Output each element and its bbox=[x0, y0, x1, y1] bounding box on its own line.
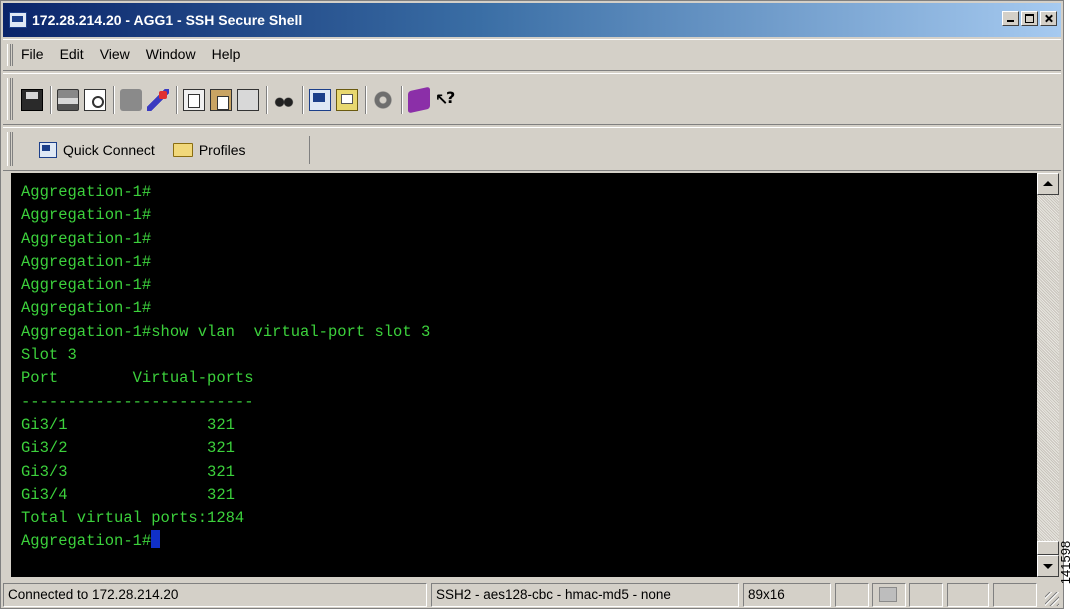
print-preview-icon[interactable] bbox=[84, 89, 106, 111]
toolbar-separator bbox=[113, 86, 115, 114]
terminal-app-icon[interactable] bbox=[9, 12, 27, 28]
status-cipher: SSH2 - aes128-cbc - hmac-md5 - none bbox=[431, 583, 739, 607]
quick-connect-button[interactable]: Quick Connect bbox=[63, 142, 155, 158]
maximize-button[interactable] bbox=[1021, 11, 1038, 26]
close-button[interactable] bbox=[1040, 11, 1057, 26]
menu-edit[interactable]: Edit bbox=[60, 46, 84, 62]
status-pane-empty bbox=[947, 583, 989, 607]
title-bar[interactable]: 172.28.214.20 - AGG1 - SSH Secure Shell bbox=[3, 3, 1061, 37]
ssh-window: 172.28.214.20 - AGG1 - SSH Secure Shell … bbox=[0, 0, 1064, 609]
terminal-line: Gi3/3 321 bbox=[21, 462, 235, 481]
toolbar-separator bbox=[50, 86, 52, 114]
folder-icon[interactable] bbox=[172, 143, 193, 157]
terminal-line: Gi3/4 321 bbox=[21, 485, 235, 504]
terminal-area[interactable]: Aggregation-1# Aggregation-1# Aggregatio… bbox=[11, 173, 1037, 577]
terminal-line: Gi3/1 321 bbox=[21, 415, 235, 434]
help-book-icon[interactable] bbox=[408, 86, 430, 114]
figure-id: 141598 bbox=[1058, 540, 1074, 585]
terminal-prompt: Aggregation-1# bbox=[21, 532, 152, 551]
text-cursor bbox=[151, 530, 161, 549]
menu-file[interactable]: File bbox=[21, 46, 44, 62]
settings-icon[interactable] bbox=[372, 89, 394, 111]
scroll-up-arrow-icon[interactable] bbox=[1037, 173, 1059, 195]
terminal-line: Aggregation-1# bbox=[21, 229, 152, 248]
find-icon[interactable] bbox=[273, 89, 295, 111]
connect-bar: Quick Connect Profiles bbox=[3, 127, 1061, 171]
terminal-line: ------------------------- bbox=[21, 392, 254, 411]
terminal-line: Aggregation-1# bbox=[21, 252, 152, 271]
terminal-line: Aggregation-1# bbox=[21, 276, 152, 295]
status-pane-lock bbox=[872, 583, 906, 607]
toolbar-separator bbox=[365, 86, 367, 114]
lock-icon bbox=[879, 587, 897, 602]
settings-wand-icon[interactable] bbox=[147, 89, 169, 111]
menu-bar: File Edit View Window Help bbox=[3, 39, 1061, 71]
new-terminal-icon[interactable] bbox=[309, 89, 331, 111]
copy-icon[interactable] bbox=[183, 89, 205, 111]
status-pane-empty bbox=[993, 583, 1037, 607]
menu-help[interactable]: Help bbox=[212, 46, 241, 62]
new-file-transfer-icon[interactable] bbox=[336, 89, 358, 111]
connect-bar-grip[interactable] bbox=[7, 132, 13, 166]
status-terminal-size: 89x16 bbox=[743, 583, 831, 607]
status-pane-empty bbox=[909, 583, 943, 607]
toolbar-grip[interactable] bbox=[7, 78, 13, 120]
vertical-scrollbar[interactable] bbox=[1037, 173, 1059, 577]
terminal-line: Aggregation-1# bbox=[21, 206, 152, 225]
terminal-line: Aggregation-1# bbox=[21, 299, 152, 318]
toolbar bbox=[3, 73, 1061, 125]
terminal-line: Aggregation-1#show vlan virtual-port slo… bbox=[21, 322, 431, 341]
terminal-line: Gi3/2 321 bbox=[21, 439, 235, 458]
minimize-button[interactable] bbox=[1002, 11, 1019, 26]
menu-bar-grip[interactable] bbox=[7, 44, 13, 66]
window-title: 172.28.214.20 - AGG1 - SSH Secure Shell bbox=[32, 12, 303, 28]
menu-view[interactable]: View bbox=[100, 46, 130, 62]
terminal-output: Aggregation-1# Aggregation-1# Aggregatio… bbox=[21, 181, 430, 554]
terminal-line: Port Virtual-ports bbox=[21, 369, 254, 388]
save-icon[interactable] bbox=[21, 89, 43, 111]
scroll-down-arrow-icon[interactable] bbox=[1037, 555, 1059, 577]
print-icon[interactable] bbox=[57, 89, 79, 111]
toolbar-separator bbox=[302, 86, 304, 114]
toolbar-separator bbox=[176, 86, 178, 114]
terminal-line: Slot 3 bbox=[21, 346, 77, 365]
toolbar-separator bbox=[401, 86, 403, 114]
profiles-button[interactable]: Profiles bbox=[199, 142, 246, 158]
toolbar-separator bbox=[266, 86, 268, 114]
resize-grip[interactable] bbox=[1045, 592, 1059, 606]
window-controls bbox=[1000, 11, 1057, 26]
terminal-prompt-line[interactable]: Aggregation-1# bbox=[21, 530, 430, 553]
status-pane-empty bbox=[835, 583, 869, 607]
terminal-line: Total virtual ports:1284 bbox=[21, 509, 245, 528]
clipboard-icon[interactable] bbox=[237, 89, 259, 111]
terminal-line: Aggregation-1# bbox=[21, 183, 152, 201]
context-help-icon[interactable] bbox=[435, 87, 457, 111]
disabled-icon[interactable] bbox=[120, 89, 142, 111]
scroll-thumb[interactable] bbox=[1037, 541, 1059, 555]
paste-icon[interactable] bbox=[210, 89, 232, 111]
quick-connect-icon[interactable] bbox=[39, 142, 57, 158]
status-bar: Connected to 172.28.214.20 SSH2 - aes128… bbox=[3, 581, 1061, 608]
menu-window[interactable]: Window bbox=[146, 46, 196, 62]
status-connection: Connected to 172.28.214.20 bbox=[3, 583, 427, 607]
